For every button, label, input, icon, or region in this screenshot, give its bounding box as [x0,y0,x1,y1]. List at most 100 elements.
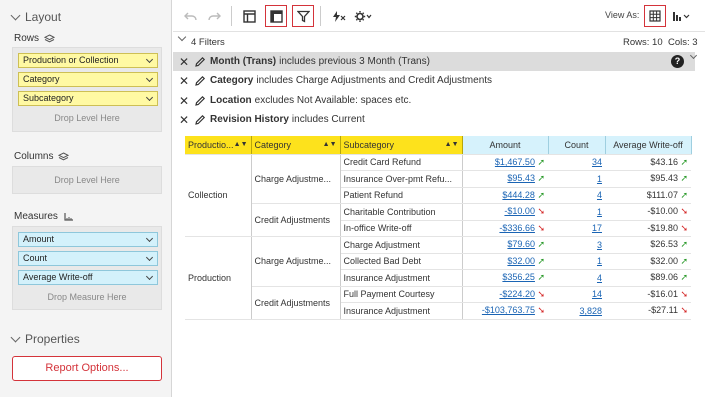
chevron-down-icon[interactable] [145,234,154,243]
help-icon[interactable]: ? [671,55,684,68]
columns-dropzone[interactable]: Drop Level Here [12,166,162,194]
filter-row[interactable]: ✕ Revision History includes Current [173,110,695,129]
trend-up-icon: ➚ [677,255,688,266]
amount-cell[interactable]: $1,467.50 ➚ [462,154,548,171]
amount-cell[interactable]: -$103,763.75 ➘ [462,302,548,320]
chevron-down-icon[interactable] [145,93,154,102]
filter-count[interactable]: 4 Filters [191,37,225,48]
amount-cell[interactable]: $32.00 ➚ [462,253,548,270]
row-field-production-or-collection[interactable]: Production or Collection [18,53,158,68]
chevron-down-icon[interactable] [145,55,154,64]
measure-field-count[interactable]: Count [18,251,158,266]
header-category[interactable]: Category ▲▼ [251,136,341,155]
sort-icon[interactable]: ▲▼ [445,141,459,148]
count-cell[interactable]: 17 [548,220,605,237]
amount-cell-value[interactable]: $1,467.50 [495,157,535,167]
pencil-icon[interactable] [194,114,206,126]
count-cell-value[interactable]: 34 [592,157,602,167]
redo-button[interactable] [206,5,222,27]
amount-cell[interactable]: $95.43 ➚ [462,170,548,188]
count-cell-value[interactable]: 1 [597,207,602,217]
amount-cell-value[interactable]: -$224.20 [499,289,535,299]
view-as-chart-button[interactable] [670,5,694,27]
amount-cell[interactable]: $444.28 ➚ [462,187,548,204]
measure-field-amount[interactable]: Amount [18,232,158,247]
count-cell[interactable]: 3 [548,236,605,254]
row-field-subcategory[interactable]: Subcategory [18,91,158,106]
filter-row[interactable]: ✕ Month (Trans) includes previous 3 Mont… [173,52,695,71]
count-cell-value[interactable]: 3 [597,240,602,250]
header-label: Subcategory [343,139,395,150]
count-cell[interactable]: 14 [548,286,605,303]
count-cell-value[interactable]: 4 [597,190,602,200]
chevron-down-icon[interactable] [145,74,154,83]
report-options-button[interactable]: Report Options... [12,356,162,381]
amount-cell[interactable]: -$336.66 ➘ [462,220,548,237]
amount-cell-value[interactable]: $32.00 [507,256,535,266]
count-cell-value[interactable]: 17 [592,223,602,233]
layout-header[interactable]: Layout [10,10,61,24]
view-as-label: View As: [605,10,640,20]
amount-cell[interactable]: -$10.00 ➘ [462,203,548,221]
trend-down-icon: ➘ [534,288,545,299]
pencil-icon[interactable] [194,56,206,68]
redo-icon [208,12,221,21]
filter-button[interactable] [292,5,314,27]
table-view-button[interactable] [265,5,287,27]
amount-cell-value[interactable]: $444.28 [502,190,535,200]
chevron-down-icon[interactable] [145,253,154,262]
subcategory-cell: Patient Refund [340,187,463,204]
pencil-icon[interactable] [194,95,206,107]
header-production[interactable]: Productio... ▲▼ [185,136,252,155]
count-cell-value[interactable]: 3,828 [579,306,602,316]
amount-cell-value[interactable]: $95.43 [507,173,535,183]
view-as-table-button[interactable] [644,5,666,27]
count-cell-value[interactable]: 1 [597,174,602,184]
amount-cell-value[interactable]: -$10.00 [504,206,535,216]
sort-icon[interactable]: ▲▼ [234,141,248,148]
count-cell[interactable]: 4 [548,269,605,287]
amount-cell[interactable]: -$224.20 ➘ [462,286,548,303]
count-cell-value[interactable]: 4 [597,273,602,283]
filter-row[interactable]: ✕ Location excludes Not Available: space… [173,91,695,110]
count-cell-value[interactable]: 1 [597,256,602,266]
amount-cell[interactable]: $79.60 ➚ [462,236,548,254]
settings-menu-button[interactable] [352,5,374,27]
chevron-down-icon[interactable] [145,272,154,281]
measure-field-average-write-off[interactable]: Average Write-off [18,270,158,285]
count-cell-value[interactable]: 14 [592,289,602,299]
properties-header[interactable]: Properties [10,332,80,346]
undo-button[interactable] [183,5,199,27]
amount-cell[interactable]: $356.25 ➚ [462,269,548,287]
count-cell[interactable]: 1 [548,203,605,221]
chevron-down-icon[interactable] [177,32,187,42]
amount-cell-value[interactable]: -$103,763.75 [482,305,535,315]
header-average-write-off[interactable]: Average Write-off [605,136,692,155]
count-cell[interactable]: 1 [548,170,605,188]
layout-panel-button[interactable] [239,5,259,27]
close-icon[interactable]: ✕ [176,113,192,127]
header-count[interactable]: Count [548,136,606,155]
average-cell-value: $111.07 [646,189,678,200]
filter-row[interactable]: ✕ Category includes Charge Adjustments a… [173,71,695,90]
count-cell[interactable]: 3,828 [548,302,605,320]
amount-cell-value[interactable]: $356.25 [502,272,535,282]
amount-cell-value[interactable]: $79.60 [507,239,535,249]
amount-cell-value[interactable]: -$336.66 [499,223,535,233]
header-amount[interactable]: Amount [462,136,549,155]
count-cell[interactable]: 1 [548,253,605,270]
quick-calc-button[interactable] [328,5,348,27]
rows-dropzone[interactable]: Production or Collection Category Subcat… [12,47,162,132]
measures-dropzone[interactable]: Amount Count Average Write-off Drop Meas… [12,226,162,310]
sort-icon[interactable]: ▲▼ [323,141,337,148]
close-icon[interactable]: ✕ [176,74,192,88]
close-icon[interactable]: ✕ [176,55,192,69]
columns-drop-hint: Drop Level Here [54,175,120,185]
row-field-category[interactable]: Category [18,72,158,87]
header-subcategory[interactable]: Subcategory ▲▼ [340,136,463,155]
count-cell[interactable]: 34 [548,154,605,171]
close-icon[interactable]: ✕ [176,94,192,108]
count-cell[interactable]: 4 [548,187,605,204]
filter-name: Category [210,75,254,86]
pencil-icon[interactable] [194,75,206,87]
